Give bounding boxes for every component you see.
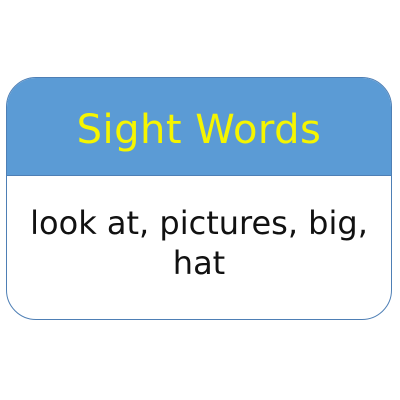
- sight-words-list: look at, pictures, big, hat: [30, 204, 368, 282]
- card-body: look at, pictures, big, hat: [7, 176, 391, 319]
- sight-words-card: Sight Words look at, pictures, big, hat: [6, 77, 392, 320]
- card-header: Sight Words: [7, 78, 391, 176]
- card-title: Sight Words: [76, 106, 322, 153]
